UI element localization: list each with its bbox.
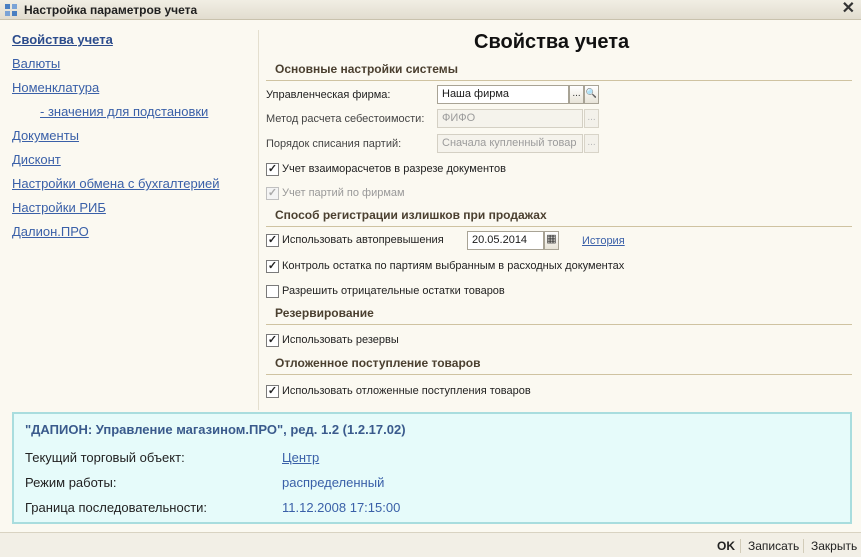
section-divider — [266, 324, 852, 325]
nav-item-rib-settings[interactable]: Настройки РИБ — [12, 200, 106, 215]
section-divider — [266, 80, 852, 81]
section-divider — [266, 226, 852, 227]
checkbox-box[interactable]: ✓ — [266, 385, 279, 398]
checkbox-box[interactable]: ✓ — [266, 234, 279, 247]
bottom-bar: OK Записать Закрыть — [0, 532, 861, 557]
firm-field[interactable]: Наша фирма — [437, 85, 569, 104]
history-link[interactable]: История — [582, 235, 625, 247]
checkbox-box[interactable]: ✓ — [266, 163, 279, 176]
page-title: Свойства учета — [474, 31, 630, 53]
nav-item-substitution-values[interactable]: - значения для подстановки — [40, 104, 208, 119]
product-version: "ДАПИОН: Управление магазином.ПРО", ред.… — [25, 422, 406, 437]
nav-item-account-properties[interactable]: Свойства учета — [12, 32, 113, 47]
nav-item-accounting-exchange[interactable]: Настройки обмена с бухгалтерией — [12, 176, 220, 191]
settings-window-icon — [5, 4, 17, 16]
auto-excess-date-field[interactable]: 20.05.2014 — [467, 231, 544, 250]
info-key-mode: Режим работы: — [25, 475, 117, 490]
nav-item-documents[interactable]: Документы — [12, 128, 79, 143]
save-button[interactable]: Записать — [748, 539, 799, 553]
nav-divider — [258, 30, 259, 410]
checkbox-label: Учет взаиморасчетов в разрезе документов — [282, 163, 506, 175]
window-title: Настройка параметров учета — [24, 3, 198, 17]
checkbox-box[interactable]: ✓ — [266, 334, 279, 347]
checkbox-label: Использовать резервы — [282, 334, 399, 346]
nav-item-nomenclature[interactable]: Номенклатура — [12, 80, 99, 95]
search-icon[interactable]: 🔍 — [584, 85, 599, 104]
batch-order-select-button: ... — [584, 134, 599, 153]
section-title-deferred: Отложенное поступление товаров — [275, 356, 481, 370]
current-store-link[interactable]: Центр — [282, 450, 319, 465]
info-panel: "ДАПИОН: Управление магазином.ПРО", ред.… — [12, 412, 852, 524]
nav-item-dalion-pro[interactable]: Далион.ПРО — [12, 224, 89, 239]
firm-select-button[interactable]: ... — [569, 85, 584, 104]
cost-method-label: Метод расчета себестоимости: — [266, 113, 425, 125]
close-button[interactable]: Закрыть — [811, 539, 857, 553]
nav-item-discount[interactable]: Дисконт — [12, 152, 61, 167]
close-icon[interactable]: ✕ — [842, 1, 855, 17]
firm-label: Управленческая фирма: — [266, 89, 391, 101]
calendar-icon[interactable]: ▦ — [544, 231, 559, 250]
work-mode-value: распределенный — [282, 475, 385, 490]
button-separator — [803, 539, 804, 553]
sequence-boundary-value: 11.12.2008 17:15:00 — [282, 500, 401, 515]
auto-excess-checkbox[interactable]: ✓ Использовать автопревышения — [266, 234, 466, 248]
info-key-boundary: Граница последовательности: — [25, 500, 208, 515]
cost-method-field: ФИФО — [437, 109, 583, 128]
info-key-store: Текущий торговый объект: — [25, 450, 185, 465]
sidebar-nav: Свойства учета Валюты Номенклатура - зна… — [0, 26, 258, 410]
use-reserves-checkbox[interactable]: ✓ Использовать резервы — [266, 334, 416, 348]
ok-button[interactable]: OK — [717, 539, 735, 553]
remain-control-checkbox[interactable]: ✓ Контроль остатка по партиям выбранным … — [266, 260, 636, 274]
batch-order-field: Сначала купленный товар — [437, 134, 583, 153]
settlements-checkbox[interactable]: ✓ Учет взаиморасчетов в разрезе документ… — [266, 163, 546, 177]
batch-order-label: Порядок списания партий: — [266, 138, 402, 150]
checkbox-box[interactable] — [266, 285, 279, 298]
section-title-basic: Основные настройки системы — [275, 62, 458, 76]
checkbox-label: Контроль остатка по партиям выбранным в … — [282, 260, 625, 272]
checkbox-label: Разрешить отрицательные остатки товаров — [282, 285, 505, 297]
section-divider — [266, 374, 852, 375]
title-bar: Настройка параметров учета ✕ — [0, 0, 861, 20]
cost-method-select-button: ... — [584, 109, 599, 128]
section-title-reserve: Резервирование — [275, 306, 374, 320]
use-deferred-checkbox[interactable]: ✓ Использовать отложенные поступления то… — [266, 385, 536, 399]
checkbox-label: Использовать автопревышения — [282, 234, 444, 246]
batches-by-firm-checkbox: ✓ Учет партий по фирмам — [266, 187, 466, 201]
button-separator — [740, 539, 741, 553]
section-title-surplus: Способ регистрации излишков при продажах — [275, 208, 547, 222]
checkbox-label: Учет партий по фирмам — [282, 187, 405, 199]
checkbox-label: Использовать отложенные поступления това… — [282, 385, 531, 397]
negative-balance-checkbox[interactable]: Разрешить отрицательные остатки товаров — [266, 285, 516, 299]
nav-item-currencies[interactable]: Валюты — [12, 56, 60, 71]
checkbox-box: ✓ — [266, 187, 279, 200]
checkbox-box[interactable]: ✓ — [266, 260, 279, 273]
